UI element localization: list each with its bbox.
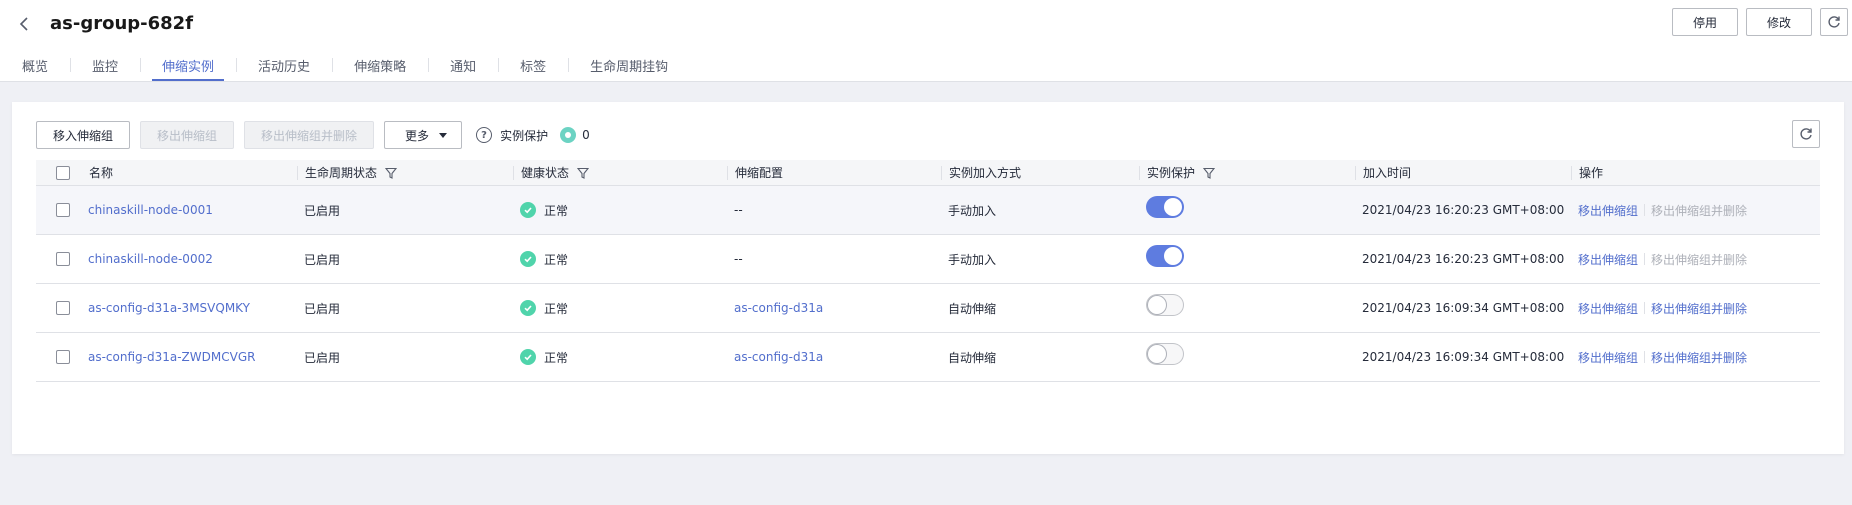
move-in-button[interactable]: 移入伸缩组 [36, 121, 131, 149]
move-out-delete-link: 移出伸缩组并删除 [1651, 203, 1748, 218]
check-circle-icon [520, 300, 536, 316]
more-label: 更多 [405, 128, 430, 143]
health-status: 正常 [544, 301, 569, 316]
table-refresh-button[interactable] [1792, 120, 1820, 148]
protection-toggle[interactable] [1146, 343, 1184, 365]
divider [1644, 351, 1646, 363]
move-out-button[interactable]: 移出伸缩组 [140, 121, 235, 149]
top-bar: as-group-682f 停用 修改 概览 监控 伸缩实例 活动历史 伸缩策略 通知 标签… [0, 0, 1852, 82]
protection-count: 0 [582, 128, 590, 142]
instance-name-link[interactable]: as-config-d31a-ZWDMCVGR [88, 350, 255, 364]
row-checkbox[interactable] [56, 203, 70, 217]
column-header-config: 伸缩配置 [726, 160, 940, 185]
check-circle-icon [520, 202, 536, 218]
modify-button[interactable]: 修改 [1746, 8, 1812, 36]
column-header-lifecycle: 生命周期状态 [296, 160, 512, 185]
protection-toggle[interactable] [1146, 294, 1184, 316]
tab-4[interactable]: 伸缩策略 [332, 52, 428, 82]
move-out-link[interactable]: 移出伸缩组 [1578, 349, 1638, 366]
protection-label: 实例保护 [500, 128, 549, 143]
column-header-join-method: 实例加入方式 [940, 160, 1138, 185]
instance-name-link[interactable]: as-config-d31a-3MSVQMKY [88, 301, 250, 315]
health-status: 正常 [544, 252, 569, 267]
instance-protection-summary: ? 实例保护 0 [476, 127, 590, 144]
instances-card: 移入伸缩组 移出伸缩组 移出伸缩组并删除 更多 ? 实例保护 0 名称 生命周期… [12, 102, 1844, 454]
tab-0[interactable]: 概览 [0, 52, 70, 82]
health-status: 正常 [544, 350, 569, 365]
join-time: 2021/04/23 16:09:34 GMT+08:00 [1362, 301, 1565, 315]
help-icon[interactable]: ? [476, 127, 493, 143]
join-method: 自动伸缩 [948, 350, 997, 365]
instances-table: 名称 生命周期状态 健康状态 伸缩配置 实例加入方式 实例保护 加入时间 操作 … [36, 160, 1820, 382]
more-dropdown[interactable]: 更多 [384, 121, 463, 149]
move-out-delete-link[interactable]: 移出伸缩组并删除 [1651, 300, 1747, 317]
instance-name-link[interactable]: chinaskill-node-0002 [88, 252, 213, 266]
page-title: as-group-682f [50, 13, 194, 34]
tab-2[interactable]: 伸缩实例 [140, 52, 236, 82]
join-time: 2021/04/23 16:09:34 GMT+08:00 [1362, 350, 1565, 364]
row-checkbox[interactable] [56, 301, 70, 315]
move-out-link[interactable]: 移出伸缩组 [1578, 300, 1638, 317]
refresh-icon [1800, 128, 1812, 140]
config-link[interactable]: as-config-d31a [734, 350, 823, 364]
protection-status-icon [560, 127, 577, 143]
move-out-delete-button[interactable]: 移出伸缩组并删除 [244, 121, 375, 149]
join-method: 手动加入 [948, 252, 997, 267]
refresh-button[interactable] [1820, 8, 1848, 36]
health-status: 正常 [544, 203, 569, 218]
row-checkbox[interactable] [56, 252, 70, 266]
column-header-health: 健康状态 [512, 160, 726, 185]
divider [1644, 204, 1646, 216]
move-out-delete-link[interactable]: 移出伸缩组并删除 [1651, 349, 1747, 366]
join-method: 手动加入 [948, 203, 997, 218]
table-row: as-config-d31a-3MSVQMKY 已启用 正常 as-config… [36, 284, 1820, 333]
move-out-delete-link: 移出伸缩组并删除 [1651, 252, 1748, 267]
divider [1644, 253, 1646, 265]
instance-name-link[interactable]: chinaskill-node-0001 [88, 203, 213, 217]
column-header-name: 名称 [89, 166, 114, 180]
filter-icon[interactable] [385, 167, 398, 179]
tab-3[interactable]: 活动历史 [236, 52, 332, 82]
protection-toggle[interactable] [1146, 196, 1184, 218]
column-header-actions: 操作 [1570, 160, 1820, 185]
move-out-link[interactable]: 移出伸缩组 [1578, 202, 1638, 219]
toolbar: 移入伸缩组 移出伸缩组 移出伸缩组并删除 更多 ? 实例保护 0 [36, 120, 590, 150]
back-arrow-icon[interactable] [14, 14, 34, 34]
refresh-icon [1828, 16, 1840, 28]
caret-down-icon [439, 132, 448, 138]
config-value: -- [734, 252, 743, 266]
join-time: 2021/04/23 16:20:23 GMT+08:00 [1362, 252, 1565, 266]
protection-toggle[interactable] [1146, 245, 1184, 267]
filter-icon[interactable] [577, 167, 590, 179]
divider [1644, 302, 1646, 314]
config-value: -- [734, 203, 743, 217]
tab-6[interactable]: 标签 [498, 52, 568, 82]
join-method: 自动伸缩 [948, 301, 997, 316]
column-header-join-time: 加入时间 [1354, 160, 1570, 185]
row-checkbox[interactable] [56, 350, 70, 364]
table-header: 名称 生命周期状态 健康状态 伸缩配置 实例加入方式 实例保护 加入时间 操作 [36, 160, 1820, 186]
join-time: 2021/04/23 16:20:23 GMT+08:00 [1362, 203, 1565, 217]
column-header-protection: 实例保护 [1138, 160, 1354, 185]
lifecycle-status: 已启用 [304, 203, 341, 218]
config-link[interactable]: as-config-d31a [734, 301, 823, 315]
table-row: chinaskill-node-0002 已启用 正常 -- 手动加入 2021… [36, 235, 1820, 284]
lifecycle-status: 已启用 [304, 252, 341, 267]
check-circle-icon [520, 349, 536, 365]
table-row: chinaskill-node-0001 已启用 正常 -- 手动加入 2021… [36, 186, 1820, 235]
tab-1[interactable]: 监控 [70, 52, 140, 82]
lifecycle-status: 已启用 [304, 301, 341, 316]
check-circle-icon [520, 251, 536, 267]
table-row: as-config-d31a-ZWDMCVGR 已启用 正常 as-config… [36, 333, 1820, 382]
tab-bar: 概览 监控 伸缩实例 活动历史 伸缩策略 通知 标签 生命周期挂钩 [0, 52, 690, 82]
move-out-link[interactable]: 移出伸缩组 [1578, 251, 1638, 268]
table-body: chinaskill-node-0001 已启用 正常 -- 手动加入 2021… [36, 186, 1820, 382]
disable-button[interactable]: 停用 [1672, 8, 1738, 36]
lifecycle-status: 已启用 [304, 350, 341, 365]
select-all-checkbox[interactable] [56, 165, 70, 180]
tab-5[interactable]: 通知 [428, 52, 498, 82]
filter-icon[interactable] [1203, 167, 1216, 179]
tab-7[interactable]: 生命周期挂钩 [568, 52, 690, 82]
